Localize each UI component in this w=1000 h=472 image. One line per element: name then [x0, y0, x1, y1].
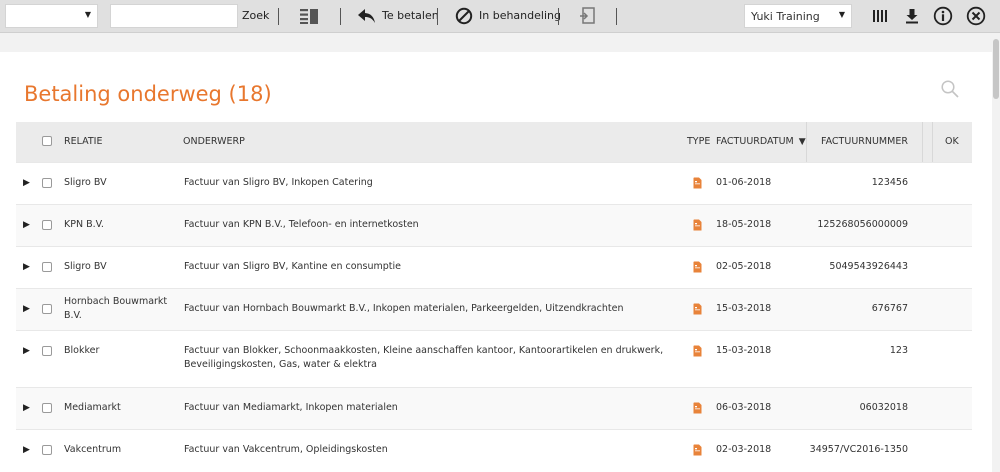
- administration-select[interactable]: ▼: [5, 4, 98, 28]
- expand-chevron-icon[interactable]: ▶: [23, 346, 30, 356]
- cell-factuurdatum: 06-03-2018: [716, 402, 772, 413]
- toolbar-separator: [340, 8, 341, 25]
- column-divider: [806, 122, 807, 162]
- cell-relatie: Sligro BV: [64, 177, 107, 188]
- table-header: RELATIE ONDERWERP TYPE FACTUURDATUM ▼ FA…: [16, 122, 972, 162]
- cell-onderwerp: Factuur van Sligro BV, Kantine en consum…: [184, 261, 402, 272]
- table-row[interactable]: ▶ Sligro BV Factuur van Sligro BV, Kanti…: [16, 246, 972, 288]
- cell-factuurnummer: 34957/VC2016-1350: [809, 444, 908, 455]
- cell-onderwerp: Factuur van Mediamarkt, Inkopen material…: [184, 402, 398, 413]
- cell-relatie: Hornbach Bouwmarkt B.V.: [64, 296, 168, 321]
- document-icon[interactable]: [693, 219, 702, 231]
- table-row[interactable]: ▶ Mediamarkt Factuur van Mediamarkt, Ink…: [16, 387, 972, 429]
- column-header-ok[interactable]: OK: [945, 136, 959, 147]
- toolbar-separator: [616, 8, 617, 25]
- cell-factuurdatum: 18-05-2018: [716, 219, 772, 230]
- reply-arrow-icon[interactable]: [357, 6, 377, 26]
- cell-factuurnummer: 06032018: [859, 402, 908, 413]
- cell-relatie: Sligro BV: [64, 261, 107, 272]
- cell-relatie: Blokker: [64, 345, 100, 356]
- dropdown-arrow-icon: ▼: [838, 10, 845, 19]
- expand-chevron-icon[interactable]: ▶: [23, 403, 30, 413]
- select-all-checkbox[interactable]: [42, 136, 52, 146]
- cell-factuurnummer: 5049543926443: [829, 261, 908, 272]
- document-icon[interactable]: [693, 444, 702, 456]
- download-icon[interactable]: [902, 6, 922, 26]
- main-panel: Betaling onderweg (18) RELATIE ONDERWERP…: [0, 52, 992, 472]
- table-row[interactable]: ▶ Sligro BV Factuur van Sligro BV, Inkop…: [16, 162, 972, 204]
- column-header-type[interactable]: TYPE: [687, 136, 710, 147]
- search-button[interactable]: Zoek: [242, 9, 269, 22]
- cell-factuurdatum: 15-03-2018: [716, 303, 772, 314]
- cell-onderwerp: Factuur van Hornbach Bouwmarkt B.V., Ink…: [184, 303, 624, 314]
- columns-icon[interactable]: [870, 6, 890, 26]
- table-row[interactable]: ▶ Blokker Factuur van Blokker, Schoonmaa…: [16, 330, 972, 387]
- list-view-icon[interactable]: [299, 6, 319, 26]
- cell-onderwerp: Factuur van Vakcentrum, Opleidingskosten: [184, 444, 388, 455]
- table-row[interactable]: ▶ Vakcentrum Factuur van Vakcentrum, Opl…: [16, 429, 972, 471]
- expand-chevron-icon[interactable]: ▶: [23, 304, 30, 314]
- cell-relatie: Vakcentrum: [64, 444, 122, 455]
- cell-relatie: Mediamarkt: [64, 402, 121, 413]
- toolbar-separator: [278, 8, 279, 25]
- close-icon[interactable]: [966, 6, 986, 26]
- toolbar-separator: [558, 8, 559, 25]
- cell-relatie: KPN B.V.: [64, 219, 104, 230]
- cell-factuurnummer: 125268056000009: [817, 219, 908, 230]
- document-icon[interactable]: [693, 177, 702, 189]
- cell-factuurnummer: 123: [889, 345, 908, 356]
- column-header-factuurdatum[interactable]: FACTUURDATUM ▼: [716, 136, 806, 147]
- scrollbar-thumb[interactable]: [993, 39, 999, 99]
- row-checkbox[interactable]: [42, 262, 52, 272]
- table-row[interactable]: ▶ Hornbach Bouwmarkt B.V. Factuur van Ho…: [16, 288, 972, 330]
- page-title: Betaling onderweg (18): [24, 82, 272, 106]
- invoice-table: RELATIE ONDERWERP TYPE FACTUURDATUM ▼ FA…: [16, 122, 972, 471]
- cell-factuurdatum: 01-06-2018: [716, 177, 772, 188]
- toolbar-separator: [437, 8, 438, 25]
- document-icon[interactable]: [693, 345, 702, 357]
- move-document-icon[interactable]: [578, 6, 598, 26]
- column-divider: [932, 122, 933, 162]
- cell-onderwerp: Factuur van Sligro BV, Inkopen Catering: [184, 177, 373, 188]
- expand-chevron-icon[interactable]: ▶: [23, 178, 30, 188]
- row-checkbox[interactable]: [42, 304, 52, 314]
- column-header-factuurnummer[interactable]: FACTUURNUMMER: [821, 136, 908, 147]
- column-header-onderwerp[interactable]: ONDERWERP: [183, 136, 245, 147]
- company-select[interactable]: Yuki Training ▼: [744, 4, 852, 28]
- in-behandeling-button[interactable]: In behandeling: [479, 9, 561, 22]
- info-icon[interactable]: [933, 6, 953, 26]
- cell-factuurdatum: 15-03-2018: [716, 345, 772, 356]
- row-checkbox[interactable]: [42, 346, 52, 356]
- row-checkbox[interactable]: [42, 220, 52, 230]
- column-divider: [922, 122, 923, 162]
- search-input[interactable]: [110, 4, 238, 28]
- cell-factuurnummer: 676767: [871, 303, 908, 314]
- dropdown-arrow-icon: ▼: [84, 10, 91, 19]
- row-checkbox[interactable]: [42, 445, 52, 455]
- toolbar: ▼ Zoek Te betalen In behandeling Yuki Tr…: [0, 0, 1000, 33]
- row-checkbox[interactable]: [42, 178, 52, 188]
- row-checkbox[interactable]: [42, 403, 52, 413]
- company-select-value: Yuki Training: [751, 10, 820, 23]
- search-icon[interactable]: [940, 79, 960, 99]
- column-header-relatie[interactable]: RELATIE: [64, 136, 102, 147]
- te-betalen-button[interactable]: Te betalen: [382, 9, 439, 22]
- sort-descending-icon: ▼: [798, 137, 806, 147]
- expand-chevron-icon[interactable]: ▶: [23, 445, 30, 455]
- document-icon[interactable]: [693, 261, 702, 273]
- document-icon[interactable]: [693, 402, 702, 414]
- cell-factuurnummer: 123456: [871, 177, 908, 188]
- document-icon[interactable]: [693, 303, 702, 315]
- vertical-scrollbar[interactable]: [992, 33, 1000, 472]
- expand-chevron-icon[interactable]: ▶: [23, 262, 30, 272]
- column-header-factuurdatum-label: FACTUURDATUM: [716, 136, 794, 147]
- table-row[interactable]: ▶ KPN B.V. Factuur van KPN B.V., Telefoo…: [16, 204, 972, 246]
- cell-onderwerp: Factuur van KPN B.V., Telefoon- en inter…: [184, 219, 419, 230]
- table-body: ▶ Sligro BV Factuur van Sligro BV, Inkop…: [16, 162, 972, 471]
- cell-onderwerp: Factuur van Blokker, Schoonmaakkosten, K…: [184, 345, 664, 370]
- block-icon[interactable]: [454, 6, 474, 26]
- cell-factuurdatum: 02-05-2018: [716, 261, 772, 272]
- expand-chevron-icon[interactable]: ▶: [23, 220, 30, 230]
- cell-factuurdatum: 02-03-2018: [716, 444, 772, 455]
